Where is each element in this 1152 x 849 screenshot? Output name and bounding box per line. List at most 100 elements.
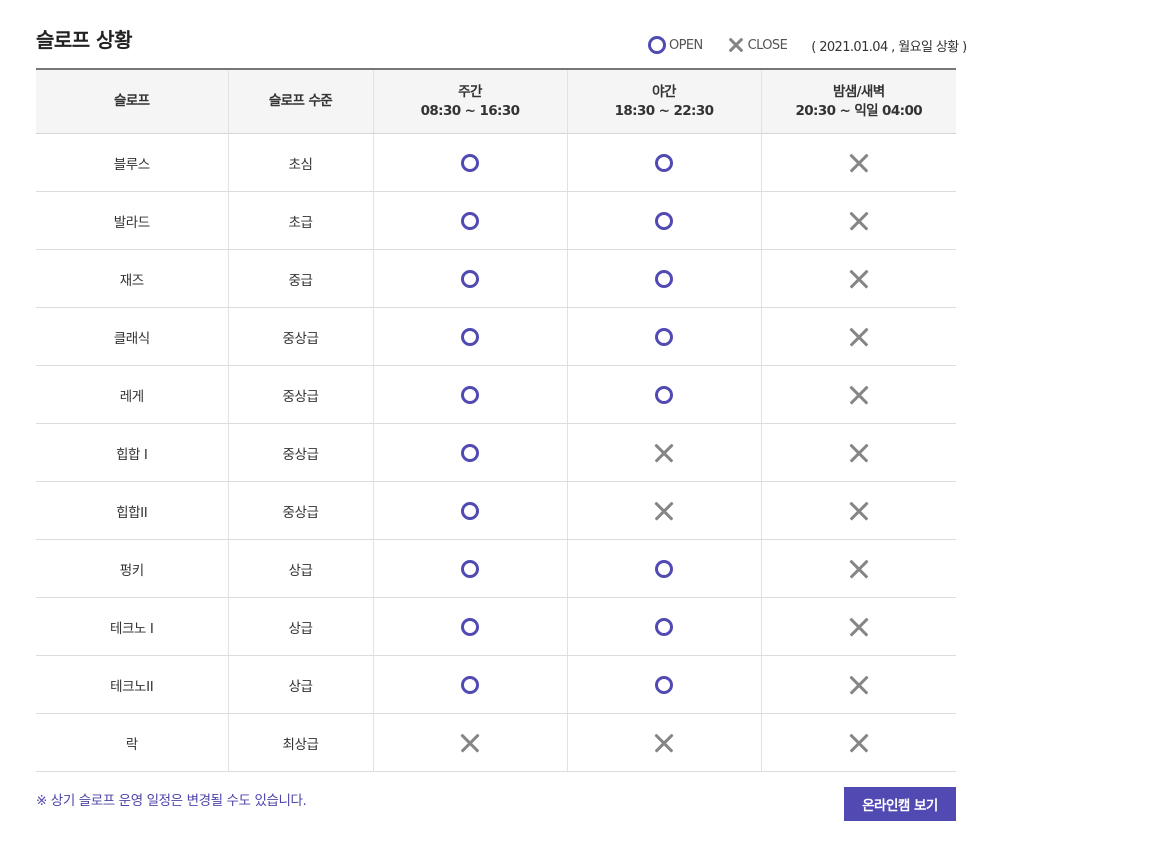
status-day	[372, 423, 567, 482]
status-day	[372, 597, 567, 656]
open-circle-icon	[461, 617, 479, 636]
header-day: 주간 08:30 ~ 16:30	[372, 69, 567, 134]
open-circle-icon	[655, 559, 673, 578]
status-dawn	[760, 365, 956, 424]
legend-open-label: OPEN	[669, 37, 703, 53]
status-night	[566, 365, 761, 424]
table-header-row: 슬로프 슬로프 수준 주간 08:30 ~ 16:30 야간 18:30 ~ 22:…	[36, 69, 956, 134]
page-title: 슬로프 상황	[36, 28, 132, 52]
status-night	[566, 249, 761, 308]
header-slope: 슬로프	[36, 69, 228, 134]
status-day	[372, 481, 567, 540]
header-dawn: 밤샘/새벽 20:30 ~ 익일 04:00	[760, 69, 956, 134]
open-circle-icon	[461, 211, 479, 230]
slope-name: 블루스	[36, 133, 228, 192]
header-level: 슬로프 수준	[227, 69, 373, 134]
status-dawn	[760, 191, 956, 250]
slope-name: 테크노II	[36, 655, 228, 714]
close-x-icon	[848, 500, 870, 522]
status-night	[566, 655, 761, 714]
slope-name: 힙합II	[36, 481, 228, 540]
status-day	[372, 191, 567, 250]
table-row: 재즈 중급	[36, 249, 956, 308]
status-night	[566, 597, 761, 656]
table-row: 테크노 I 상급	[36, 597, 956, 656]
open-circle-icon	[655, 675, 673, 694]
table-row: 블루스 초심	[36, 133, 956, 192]
close-x-icon	[459, 732, 481, 754]
close-x-icon	[727, 36, 745, 54]
header-night: 야간 18:30 ~ 22:30	[566, 69, 761, 134]
slope-level: 상급	[227, 597, 373, 656]
close-x-icon	[653, 732, 675, 754]
slope-name: 힙합 I	[36, 423, 228, 482]
slope-name: 클래식	[36, 307, 228, 366]
status-day	[372, 249, 567, 308]
status-night	[566, 539, 761, 598]
slope-level: 중상급	[227, 365, 373, 424]
online-cam-button[interactable]: 온라인캠 보기	[844, 787, 956, 821]
close-x-icon	[848, 268, 870, 290]
slope-level: 중상급	[227, 307, 373, 366]
close-x-icon	[848, 558, 870, 580]
open-circle-icon	[655, 153, 673, 172]
slope-level: 상급	[227, 539, 373, 598]
status-night	[566, 423, 761, 482]
close-x-icon	[848, 732, 870, 754]
table-body: 블루스 초심 발라드 초급 재즈 중급 클래식 중상급 레게 중상급 힙합 I 중상급 힙합II 중상급 펑…	[36, 133, 956, 772]
table-row: 힙합 I 중상급	[36, 423, 956, 482]
slope-name: 테크노 I	[36, 597, 228, 656]
status-dawn	[760, 597, 956, 656]
slope-name: 발라드	[36, 191, 228, 250]
status-night	[566, 191, 761, 250]
open-circle-icon	[461, 443, 479, 462]
open-circle-icon	[461, 269, 479, 288]
slope-level: 최상급	[227, 713, 373, 772]
open-circle-icon	[461, 501, 479, 520]
slope-name: 레게	[36, 365, 228, 424]
open-circle-icon	[655, 211, 673, 230]
open-circle-icon	[655, 269, 673, 288]
open-circle-icon	[461, 675, 479, 694]
legend-close-label: CLOSE	[747, 37, 788, 53]
open-circle-icon	[655, 617, 673, 636]
status-night	[566, 133, 761, 192]
status-day	[372, 539, 567, 598]
schedule-change-note: ※ 상기 슬로프 운영 일정은 변경될 수도 있습니다.	[36, 793, 307, 809]
status-dawn	[760, 539, 956, 598]
status-day	[372, 365, 567, 424]
slope-level: 중급	[227, 249, 373, 308]
status-dawn	[760, 249, 956, 308]
table-row: 발라드 초급	[36, 191, 956, 250]
status-day	[372, 655, 567, 714]
open-circle-icon	[461, 327, 479, 346]
table-row: 힙합II 중상급	[36, 481, 956, 540]
status-day	[372, 307, 567, 366]
close-x-icon	[848, 616, 870, 638]
close-x-icon	[653, 500, 675, 522]
slope-level: 상급	[227, 655, 373, 714]
status-night	[566, 481, 761, 540]
open-circle-icon	[648, 36, 666, 54]
open-circle-icon	[461, 559, 479, 578]
open-circle-icon	[461, 385, 479, 404]
slope-status-table: 슬로프 슬로프 수준 주간 08:30 ~ 16:30 야간 18:30 ~ 22:…	[36, 68, 956, 772]
status-dawn	[760, 481, 956, 540]
close-x-icon	[848, 442, 870, 464]
slope-name: 락	[36, 713, 228, 772]
status-dawn	[760, 713, 956, 772]
table-row: 클래식 중상급	[36, 307, 956, 366]
close-x-icon	[848, 384, 870, 406]
status-dawn	[760, 655, 956, 714]
status-date: ( 2021.01.04 , 월요일 상황 )	[811, 39, 967, 55]
table-row: 펑키 상급	[36, 539, 956, 598]
close-x-icon	[848, 152, 870, 174]
status-dawn	[760, 423, 956, 482]
close-x-icon	[848, 210, 870, 232]
status-dawn	[760, 133, 956, 192]
slope-level: 초급	[227, 191, 373, 250]
status-night	[566, 307, 761, 366]
close-x-icon	[653, 442, 675, 464]
close-x-icon	[848, 674, 870, 696]
close-x-icon	[848, 326, 870, 348]
